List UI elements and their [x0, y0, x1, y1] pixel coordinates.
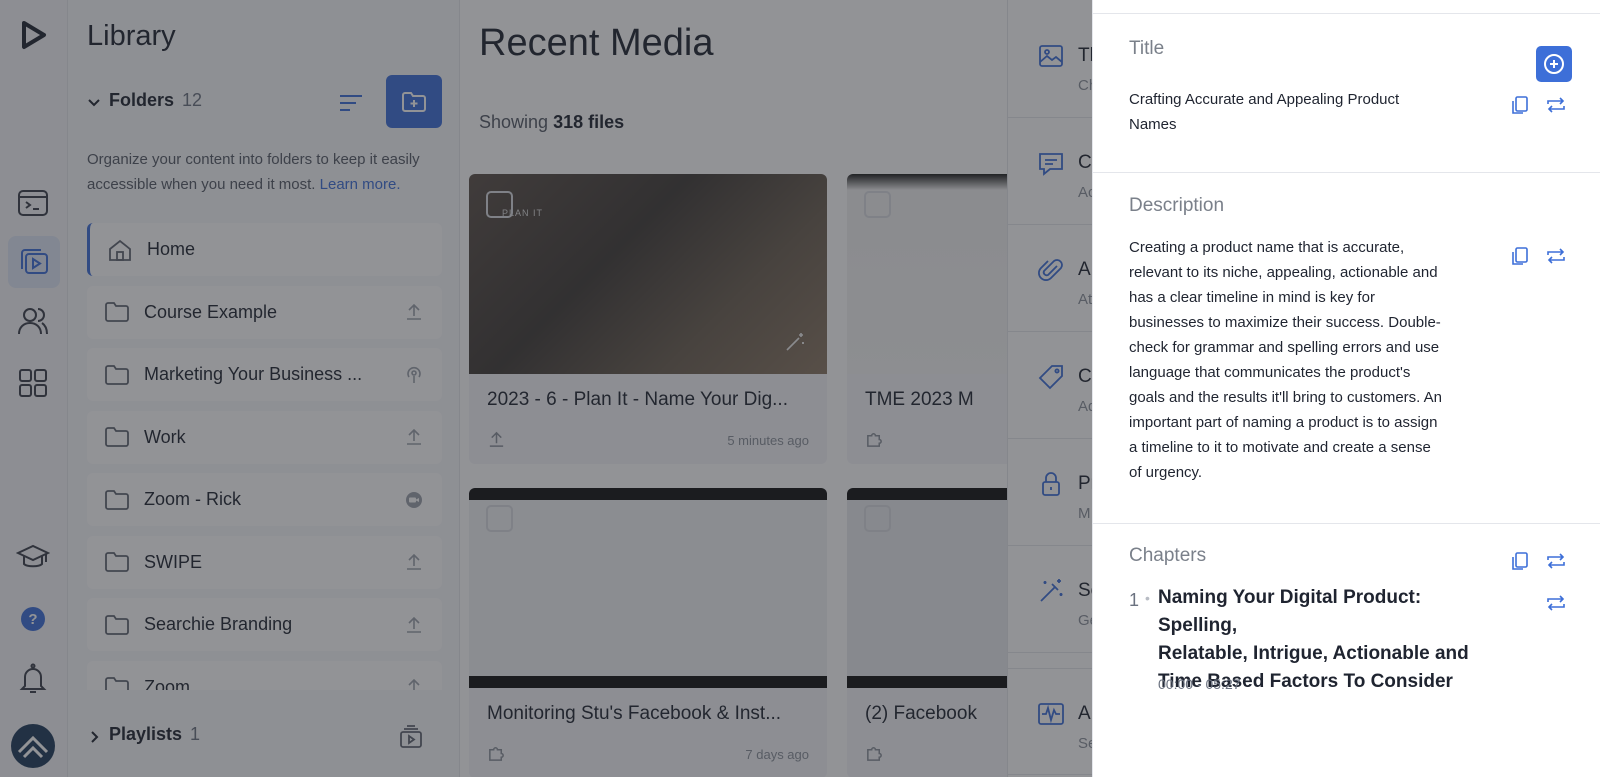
description-line: has a clear timeline in mind is key for: [1129, 289, 1375, 306]
description-label: Description: [1129, 195, 1225, 216]
replace-icon[interactable]: [1545, 550, 1567, 572]
description-line: of urgency.: [1129, 464, 1203, 481]
chapter-number: 1: [1129, 590, 1140, 610]
ai-details-drawer: Title Crafting Accurate and Appealing Pr…: [1092, 0, 1600, 777]
title-line: Crafting Accurate and Appealing Product: [1129, 91, 1400, 108]
title-actions: [1509, 94, 1567, 116]
chapters-section: Chapters 1 • Naming Your Digital Product…: [1093, 523, 1600, 763]
chapter-title-line: Naming Your Digital Product: Spelling,: [1158, 587, 1422, 636]
description-value: Creating a product name that is accurate…: [1129, 235, 1469, 485]
description-line: goals and the results it'll bring to cus…: [1129, 389, 1443, 406]
copy-icon[interactable]: [1509, 550, 1531, 572]
description-line: a timeline to it to motivate and create …: [1129, 439, 1431, 456]
title-value: Crafting Accurate and Appealing Product …: [1129, 87, 1399, 137]
description-actions: [1509, 245, 1567, 267]
description-line: relevant to its niche, appealing, action…: [1129, 264, 1438, 281]
chapters-actions: [1509, 550, 1567, 572]
add-title-button[interactable]: [1536, 46, 1572, 82]
replace-icon[interactable]: [1545, 245, 1567, 267]
copy-icon[interactable]: [1509, 94, 1531, 116]
chapter-time: 00:00 - 05:27: [1158, 676, 1241, 692]
description-line: important part of naming a product is to…: [1129, 414, 1438, 431]
title-label: Title: [1129, 38, 1165, 59]
description-line: check for grammar and spelling errors an…: [1129, 339, 1440, 356]
description-line: businesses to maximize their success. Do…: [1129, 314, 1441, 331]
title-section: Title Crafting Accurate and Appealing Pr…: [1093, 13, 1600, 173]
chapter-dot: •: [1145, 590, 1150, 606]
chapters-label: Chapters: [1129, 545, 1207, 566]
description-line: Creating a product name that is accurate…: [1129, 239, 1405, 256]
chapter-actions: [1545, 592, 1567, 614]
description-section: Description Creating a product name that…: [1093, 172, 1600, 524]
chapter-title-line: Relatable, Intrigue, Actionable and: [1158, 643, 1469, 664]
description-line: language that communicates the product's: [1129, 364, 1411, 381]
replace-icon[interactable]: [1545, 592, 1567, 614]
plus-circle-icon: [1544, 54, 1564, 74]
copy-icon[interactable]: [1509, 245, 1531, 267]
title-line: Names: [1129, 116, 1177, 133]
modal-overlay[interactable]: [0, 0, 1092, 777]
replace-icon[interactable]: [1545, 94, 1567, 116]
